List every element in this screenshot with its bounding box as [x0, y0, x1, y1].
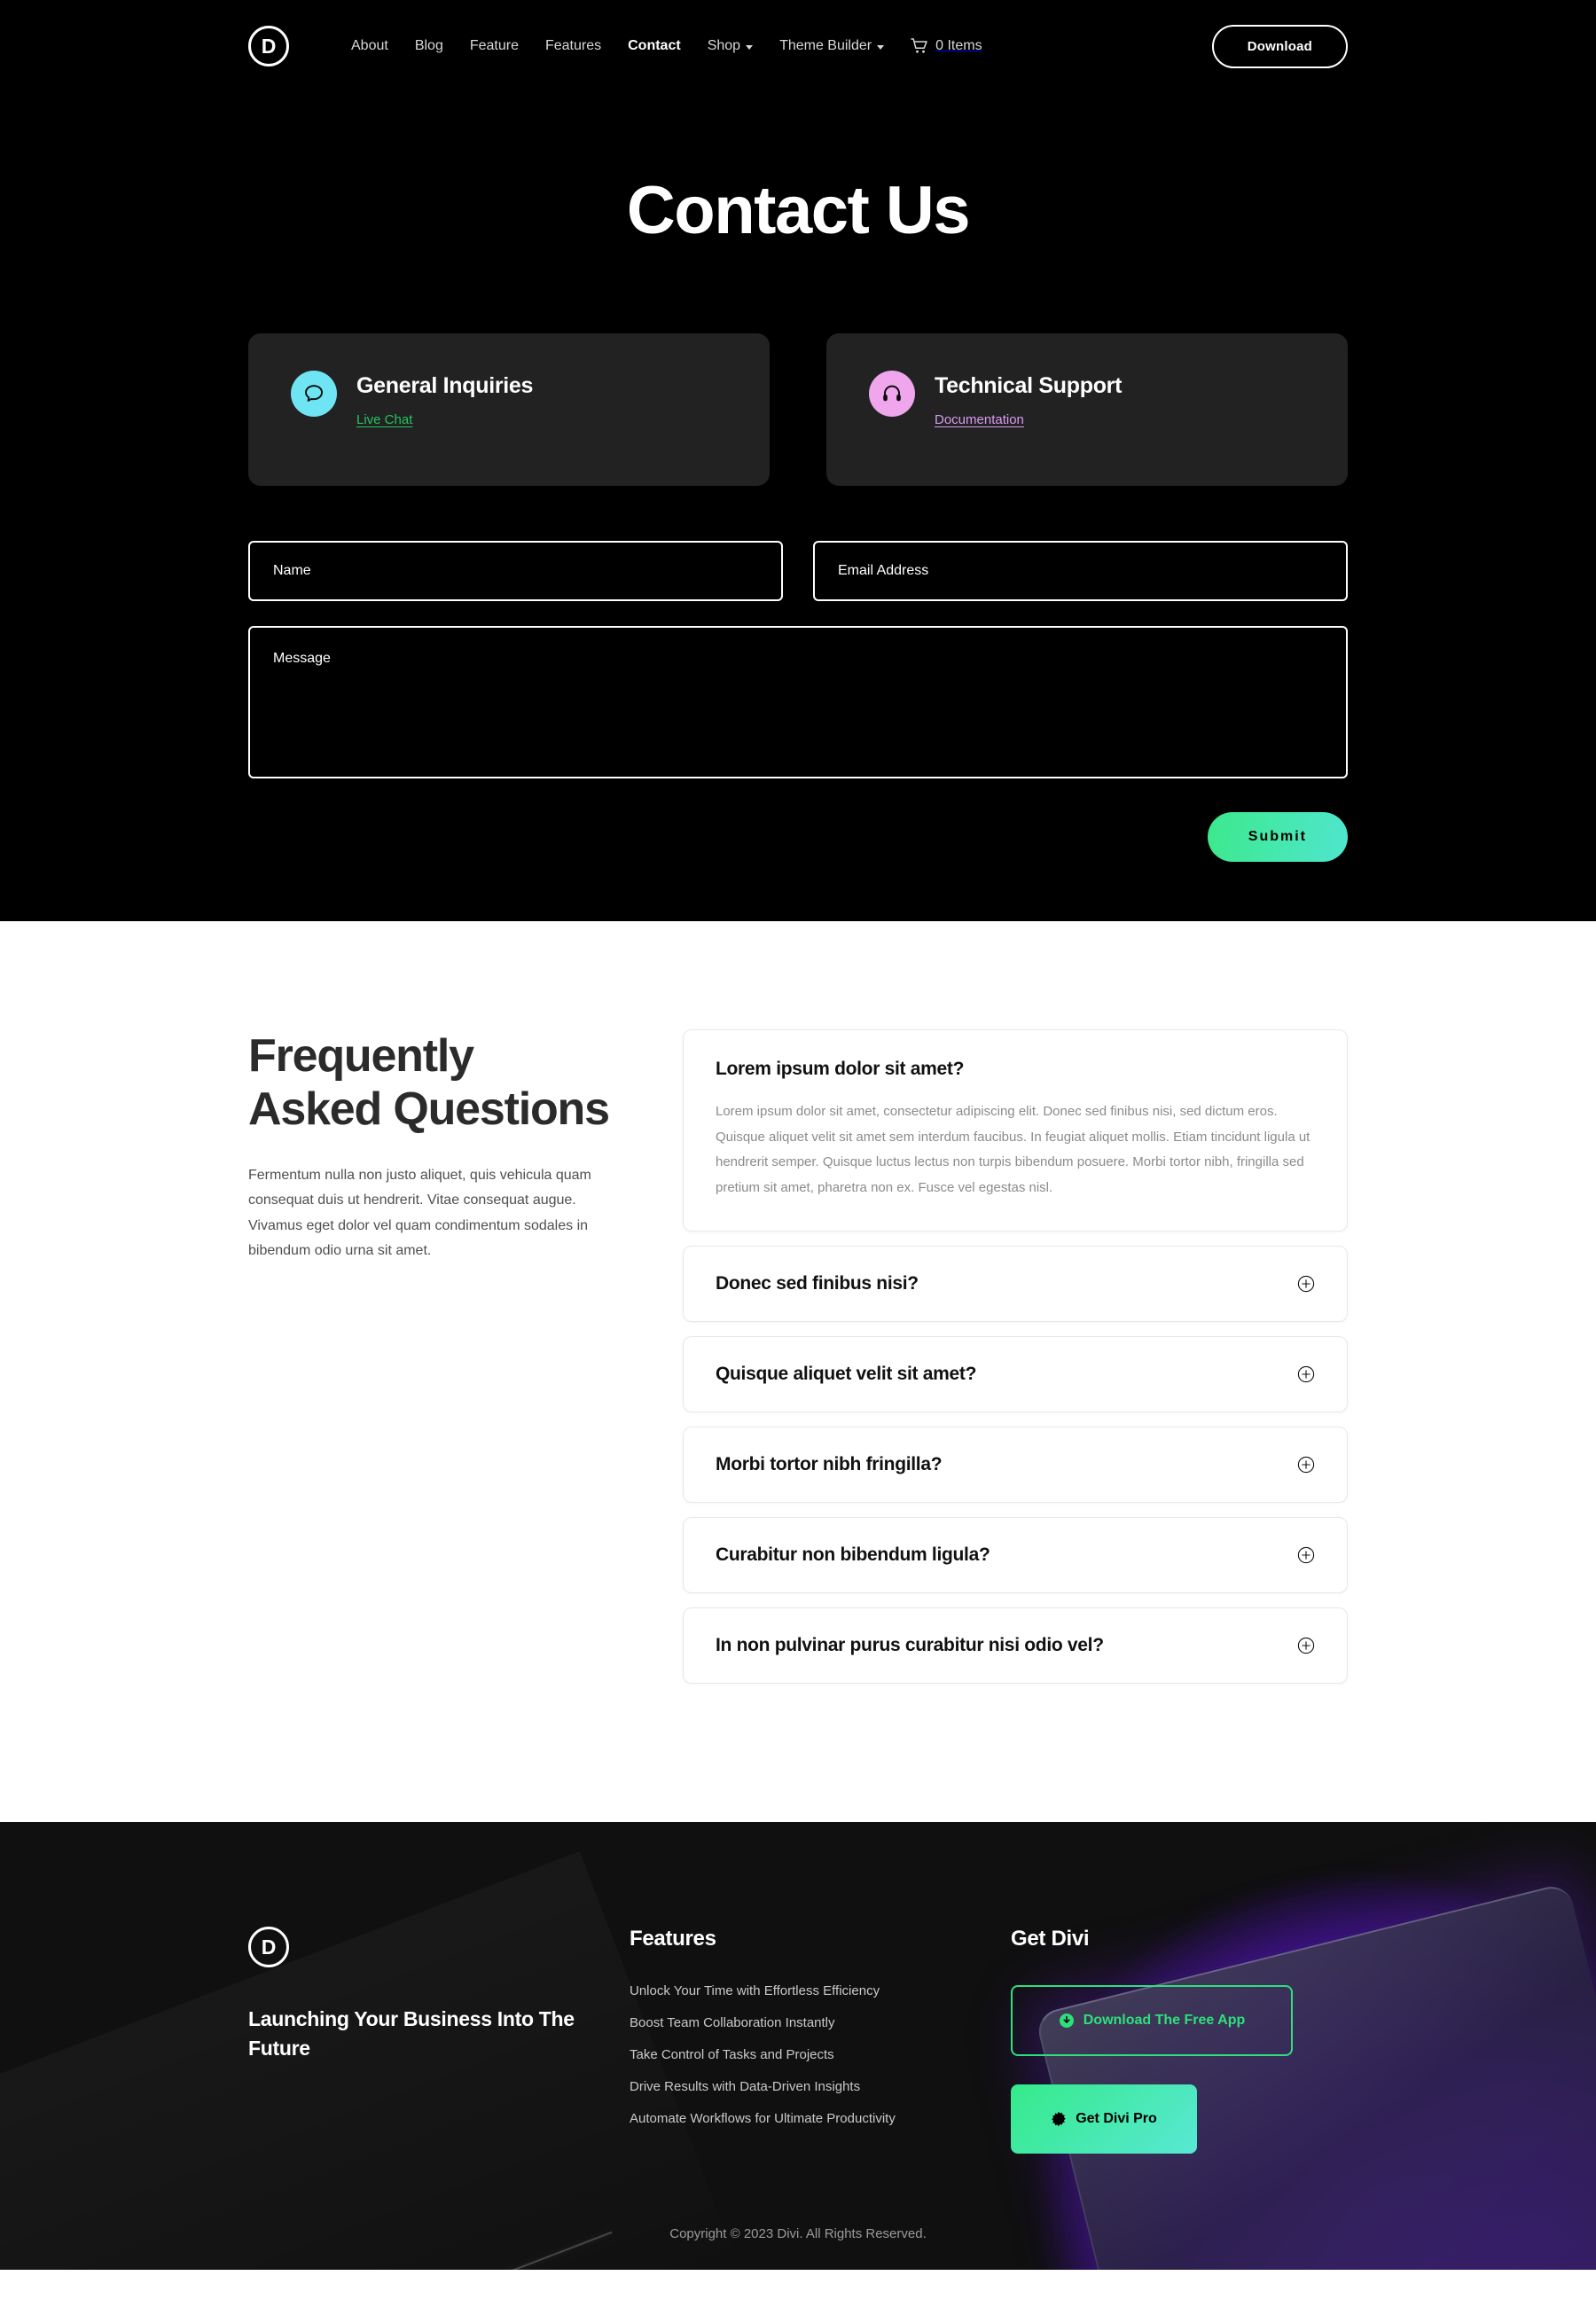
faq-section: Frequently Asked Questions Fermentum nul…	[0, 921, 1596, 1822]
nav-label: Feature	[469, 38, 519, 53]
nav-label: About	[351, 38, 388, 53]
copyright-text: Copyright © 2023 Divi. All Rights Reserv…	[669, 2226, 927, 2241]
divi-logo-icon[interactable]: D	[248, 1927, 289, 1967]
faq-description: Fermentum nulla non justo aliquet, quis …	[248, 1167, 591, 1259]
faq-question: In non pulvinar purus curabitur nisi odi…	[716, 1635, 1104, 1655]
headphones-icon	[869, 371, 915, 417]
faq-question: Quisque aliquet velit sit amet?	[716, 1364, 977, 1384]
list-item: Boost Team Collaboration Instantly	[630, 2015, 1011, 2031]
nav-item-theme-builder[interactable]: Theme Builder	[766, 38, 897, 54]
nav-label: Shop	[707, 38, 741, 53]
nav-links: About Blog Feature Features Contact Shop…	[338, 38, 996, 54]
faq-item[interactable]: Morbi tortor nibh fringilla?	[683, 1427, 1348, 1503]
contact-card-general-inquiries[interactable]: General Inquiries Live Chat	[248, 333, 770, 486]
nav-item-feature[interactable]: Feature	[457, 38, 532, 54]
chevron-down-icon	[877, 44, 885, 50]
footer-feature-link[interactable]: Drive Results with Data-Driven Insights	[630, 2079, 860, 2094]
footer-feature-link[interactable]: Automate Workflows for Ultimate Producti…	[630, 2111, 896, 2126]
submit-button[interactable]: Submit	[1207, 812, 1348, 862]
faq-answer: Lorem ipsum dolor sit amet, consectetur …	[716, 1104, 1310, 1195]
card-title: General Inquiries	[356, 373, 534, 398]
download-free-app-button[interactable]: Download The Free App	[1011, 1985, 1293, 2056]
contact-content: General Inquiries Live Chat Technical Su…	[248, 249, 1348, 862]
faq-item[interactable]: Donec sed finibus nisi?	[683, 1246, 1348, 1322]
get-divi-pro-button[interactable]: Get Divi Pro	[1011, 2084, 1197, 2154]
faq-item[interactable]: Quisque aliquet velit sit amet?	[683, 1336, 1348, 1412]
main-navigation: D About Blog Feature Features Contact Sh…	[248, 0, 1348, 92]
faq-question: Donec sed finibus nisi?	[716, 1273, 919, 1294]
footer-get-divi-title: Get Divi	[1011, 1927, 1090, 1951]
footer-tagline: Launching Your Business Into The Future	[248, 2007, 575, 2060]
nav-label: Features	[544, 38, 602, 53]
nav-item-contact[interactable]: Contact	[614, 38, 694, 54]
nav-item-shop[interactable]: Shop	[694, 38, 766, 54]
faq-question: Morbi tortor nibh fringilla?	[716, 1454, 943, 1474]
faq-question: Lorem ipsum dolor sit amet?	[716, 1059, 965, 1079]
nav-label: Theme Builder	[779, 38, 872, 53]
chat-bubble-icon	[291, 371, 337, 417]
contact-form: Submit	[248, 541, 1348, 862]
logo-letter: D	[261, 34, 277, 58]
plus-circle-icon[interactable]	[1297, 1546, 1315, 1564]
live-chat-link[interactable]: Live Chat	[356, 412, 412, 427]
download-circle-icon	[1059, 2014, 1074, 2028]
list-item: Unlock Your Time with Effortless Efficie…	[630, 1983, 1011, 1999]
nav-item-blog[interactable]: Blog	[402, 38, 457, 54]
name-input[interactable]	[248, 541, 783, 601]
nav-label: Contact	[628, 38, 681, 53]
faq-item[interactable]: Lorem ipsum dolor sit amet? Lorem ipsum …	[683, 1029, 1348, 1232]
email-input[interactable]	[813, 541, 1348, 601]
footer-features-list: Unlock Your Time with Effortless Efficie…	[630, 1983, 1011, 2127]
download-free-app-label: Download The Free App	[1083, 2013, 1246, 2028]
documentation-link[interactable]: Documentation	[935, 412, 1024, 427]
faq-accordion: Lorem ipsum dolor sit amet? Lorem ipsum …	[683, 1029, 1348, 1698]
cart-link[interactable]: 0 Items	[897, 38, 995, 54]
footer-features-column: Features Unlock Your Time with Effortles…	[630, 1927, 1011, 2154]
plus-circle-icon[interactable]	[1297, 1275, 1315, 1293]
faq-heading: Frequently Asked Questions	[248, 1030, 610, 1136]
nav-label: Blog	[414, 38, 443, 53]
faq-intro: Frequently Asked Questions Fermentum nul…	[248, 1029, 683, 1698]
footer-feature-link[interactable]: Take Control of Tasks and Projects	[630, 2047, 834, 2062]
contact-cards: General Inquiries Live Chat Technical Su…	[248, 333, 1348, 486]
faq-item[interactable]: In non pulvinar purus curabitur nisi odi…	[683, 1607, 1348, 1684]
footer-features-title: Features	[630, 1927, 716, 1951]
nav-item-features[interactable]: Features	[532, 38, 614, 54]
cart-icon	[911, 38, 927, 53]
nav-item-about[interactable]: About	[338, 38, 402, 54]
faq-question: Curabitur non bibendum ligula?	[716, 1544, 990, 1565]
starburst-icon	[1052, 2111, 1067, 2127]
message-input[interactable]	[248, 626, 1348, 778]
footer-brand-column: D Launching Your Business Into The Futur…	[248, 1927, 630, 2154]
divi-logo-icon[interactable]: D	[248, 26, 289, 66]
cart-count-label: 0 Items	[935, 38, 982, 53]
contact-card-technical-support[interactable]: Technical Support Documentation	[826, 333, 1348, 486]
footer-get-divi-column: Get Divi Download The Free App Get Divi …	[1011, 1927, 1348, 2154]
plus-circle-icon[interactable]	[1297, 1365, 1315, 1383]
footer: D Launching Your Business Into The Futur…	[0, 1822, 1596, 2270]
list-item: Drive Results with Data-Driven Insights	[630, 2079, 1011, 2095]
plus-circle-icon[interactable]	[1297, 1456, 1315, 1474]
footer-feature-link[interactable]: Unlock Your Time with Effortless Efficie…	[630, 1983, 880, 1998]
footer-feature-link[interactable]: Boost Team Collaboration Instantly	[630, 2015, 835, 2030]
contact-page: D About Blog Feature Features Contact Sh…	[0, 0, 1596, 2299]
card-title: Technical Support	[935, 373, 1123, 398]
chevron-down-icon	[746, 44, 754, 50]
logo-letter: D	[261, 1935, 277, 1959]
download-button[interactable]: Download	[1211, 24, 1348, 68]
plus-circle-icon[interactable]	[1297, 1637, 1315, 1654]
get-divi-pro-label: Get Divi Pro	[1076, 2111, 1157, 2126]
page-title: Contact Us	[626, 173, 971, 248]
faq-item[interactable]: Curabitur non bibendum ligula?	[683, 1517, 1348, 1593]
list-item: Automate Workflows for Ultimate Producti…	[630, 2111, 1011, 2127]
hero-section: D About Blog Feature Features Contact Sh…	[0, 0, 1596, 921]
list-item: Take Control of Tasks and Projects	[630, 2047, 1011, 2063]
